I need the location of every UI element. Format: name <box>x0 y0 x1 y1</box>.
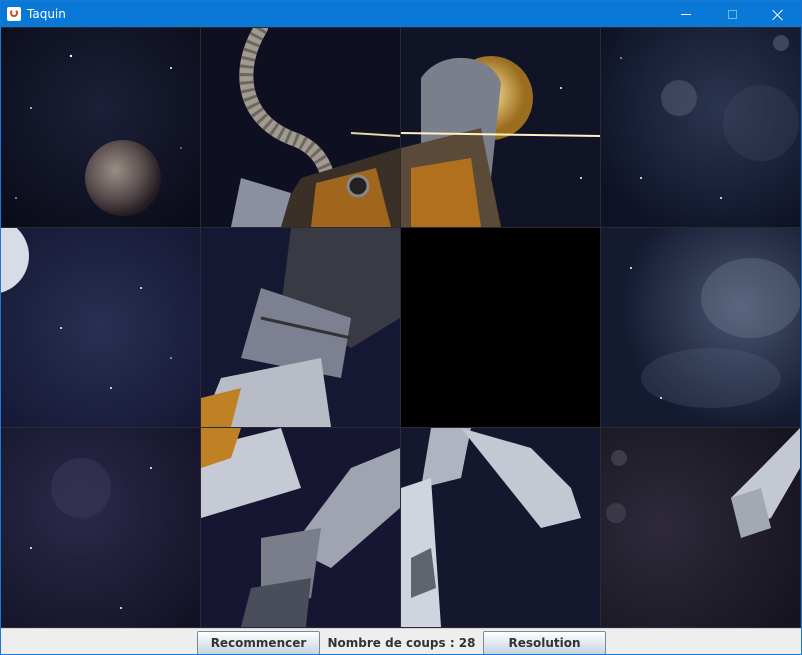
tile-image <box>601 428 800 627</box>
game-window: Taquin Recommencer Nombre de coups: 28 … <box>0 0 802 655</box>
puzzle-tile[interactable] <box>600 427 801 628</box>
minimize-button[interactable] <box>663 1 709 28</box>
tile-image <box>1 28 200 227</box>
tile-image <box>201 428 400 627</box>
tile-image <box>601 28 800 227</box>
puzzle-tile[interactable] <box>200 227 401 428</box>
maximize-icon <box>727 10 737 19</box>
maximize-button[interactable] <box>709 1 755 28</box>
puzzle-board <box>1 27 801 628</box>
solve-button[interactable]: Resolution <box>483 631 606 654</box>
puzzle-tile[interactable] <box>400 27 601 228</box>
close-icon <box>772 9 784 21</box>
puzzle-tile[interactable] <box>1 227 201 428</box>
puzzle-tile[interactable] <box>400 427 601 628</box>
java-cup-icon <box>7 7 21 21</box>
minimize-icon <box>681 14 691 15</box>
title-bar[interactable]: Taquin <box>1 1 801 28</box>
window-title: Taquin <box>27 7 66 21</box>
tile-image <box>201 28 400 227</box>
puzzle-tile[interactable] <box>600 227 801 428</box>
tile-image <box>401 428 600 627</box>
puzzle-tile[interactable] <box>1 27 201 228</box>
status-bar: Recommencer Nombre de coups : 28 Resolut… <box>1 628 801 654</box>
puzzle-tile[interactable] <box>200 427 401 628</box>
tile-image <box>401 28 600 227</box>
close-button[interactable] <box>755 1 801 28</box>
move-counter: Nombre de coups : 28 <box>327 636 476 650</box>
tile-image <box>201 228 400 427</box>
puzzle-tile[interactable] <box>600 27 801 228</box>
tile-image <box>601 228 800 427</box>
restart-button[interactable]: Recommencer <box>197 631 320 654</box>
tile-image <box>1 228 200 427</box>
tile-image <box>1 428 200 627</box>
puzzle-tile[interactable] <box>200 27 401 228</box>
empty-tile <box>400 227 601 428</box>
puzzle-tile[interactable] <box>1 427 201 628</box>
